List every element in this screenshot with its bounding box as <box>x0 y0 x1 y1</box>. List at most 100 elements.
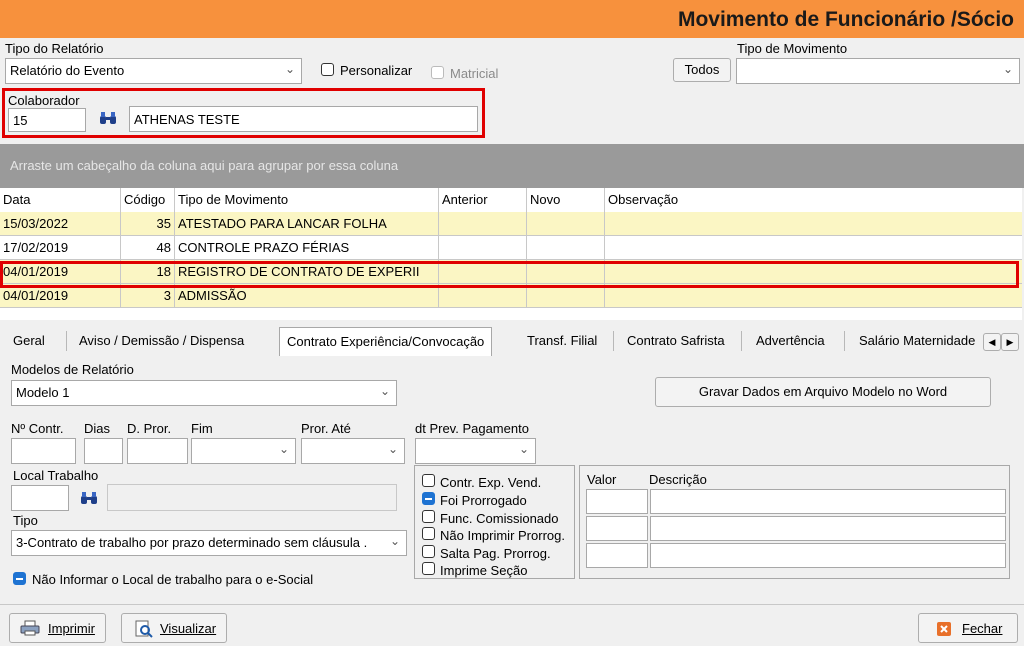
fim-label: Fim <box>191 421 213 436</box>
nao-imprimir-prorrog-checkbox[interactable] <box>422 527 435 540</box>
tab-scroll-right-icon[interactable]: ▶ <box>1001 333 1019 351</box>
tab-geral[interactable]: Geral <box>13 329 45 353</box>
d-pror-label: D. Pror. <box>127 421 172 436</box>
selected-row-highlight <box>0 261 1019 288</box>
n-contr-label: Nº Contr. <box>11 421 64 436</box>
report-type-label: Tipo do Relatório <box>5 41 104 56</box>
preview-icon <box>134 620 154 641</box>
view-button[interactable]: Visualizar <box>121 613 227 643</box>
cell-novo <box>527 236 605 260</box>
nao-informar-label: Não Informar o Local de trabalho para o … <box>32 572 314 587</box>
chevron-down-icon: ⌄ <box>278 442 289 456</box>
dias-label: Dias <box>84 421 111 436</box>
tab-aviso[interactable]: Aviso / Demissão / Dispensa <box>79 329 244 353</box>
foi-prorrogado-label: Foi Prorrogado <box>440 493 527 508</box>
printer-icon <box>20 620 40 639</box>
binoculars-icon[interactable] <box>79 490 99 509</box>
imprime-secao-checkbox[interactable] <box>422 562 435 575</box>
report-type-select[interactable]: Relatório do Evento ⌄ <box>5 58 302 84</box>
todos-button[interactable]: Todos <box>673 58 731 82</box>
tab-scroll-left-icon[interactable]: ◀ <box>983 333 1001 351</box>
movements-grid: Data Código Tipo de Movimento Anterior N… <box>0 188 1022 320</box>
func-comissionado-checkbox[interactable] <box>422 510 435 523</box>
imprime-secao-label: Imprime Seção <box>440 563 528 578</box>
tab-contrato-experiencia[interactable]: Contrato Experiência/Convocação <box>279 327 493 356</box>
colaborador-highlight <box>2 88 485 138</box>
cell-data: 17/02/2019 <box>0 236 121 260</box>
dias-input[interactable] <box>84 438 123 464</box>
dt-prev-date-picker[interactable]: ⌄ <box>415 438 536 464</box>
options-group: Contr. Exp. Vend. Foi Prorrogado Func. C… <box>414 465 575 579</box>
tab-advertencia[interactable]: Advertência <box>756 329 825 353</box>
salta-pag-prorrog-label: Salta Pag. Prorrog. <box>440 546 551 561</box>
footer-divider <box>0 604 1024 605</box>
model-select[interactable]: Modelo 1 ⌄ <box>11 380 397 406</box>
col-header-tipo[interactable]: Tipo de Movimento <box>175 188 439 212</box>
group-panel[interactable]: Arraste um cabeçalho da coluna aqui para… <box>0 144 1024 188</box>
valor-header: Valor <box>587 472 617 487</box>
col-header-novo[interactable]: Novo <box>527 188 605 212</box>
tab-transf-filial[interactable]: Transf. Filial <box>527 329 597 353</box>
chevron-down-icon: ⌄ <box>1002 62 1013 76</box>
table-row[interactable]: 17/02/2019 48 CONTROLE PRAZO FÉRIAS <box>0 236 1022 260</box>
movement-type-select[interactable]: ⌄ <box>736 58 1020 84</box>
close-icon <box>937 622 951 636</box>
chevron-down-icon: ⌄ <box>284 62 295 76</box>
tab-strip: Geral Aviso / Demissão / Dispensa Contra… <box>0 325 1024 356</box>
nao-informar-checkbox[interactable] <box>13 572 26 585</box>
col-header-data[interactable]: Data <box>0 188 121 212</box>
d-pror-input[interactable] <box>127 438 188 464</box>
cell-data: 15/03/2022 <box>0 212 121 236</box>
cell-tipo: ATESTADO PARA LANCAR FOLHA <box>175 212 439 236</box>
valor-cell[interactable] <box>586 543 648 568</box>
personalizar-checkbox[interactable] <box>321 63 334 76</box>
salta-pag-prorrog-checkbox[interactable] <box>422 545 435 558</box>
print-button[interactable]: Imprimir <box>9 613 106 643</box>
descricao-cell[interactable] <box>650 543 1006 568</box>
print-label: Imprimir <box>48 621 95 636</box>
grid-header: Data Código Tipo de Movimento Anterior N… <box>0 188 1022 213</box>
contr-exp-vend-checkbox[interactable] <box>422 474 435 487</box>
tab-salario-maternidade[interactable]: Salário Maternidade <box>859 329 979 353</box>
report-type-value: Relatório do Evento <box>10 63 125 78</box>
table-row[interactable]: 15/03/2022 35 ATESTADO PARA LANCAR FOLHA <box>0 212 1022 236</box>
tab-separator <box>613 331 614 351</box>
valor-cell[interactable] <box>586 516 648 541</box>
pror-ate-date-picker[interactable]: ⌄ <box>301 438 405 464</box>
tipo-select[interactable]: 3-Contrato de trabalho por prazo determi… <box>11 530 407 556</box>
chevron-down-icon: ⌄ <box>387 442 398 456</box>
chevron-down-icon: ⌄ <box>389 534 400 548</box>
close-button[interactable]: Fechar <box>918 613 1018 643</box>
dt-prev-label: dt Prev. Pagamento <box>415 421 529 436</box>
cell-anterior <box>439 212 527 236</box>
chevron-down-icon: ⌄ <box>518 442 529 456</box>
valor-cell[interactable] <box>586 489 648 514</box>
tab-contrato-safrista[interactable]: Contrato Safrista <box>627 329 725 353</box>
cell-anterior <box>439 236 527 260</box>
descricao-cell[interactable] <box>650 489 1006 514</box>
cell-observacao <box>605 236 1022 260</box>
cell-observacao <box>605 212 1022 236</box>
col-header-anterior[interactable]: Anterior <box>439 188 527 212</box>
fim-date-picker[interactable]: ⌄ <box>191 438 296 464</box>
foi-prorrogado-checkbox[interactable] <box>422 492 435 505</box>
col-header-observacao[interactable]: Observação <box>605 188 1022 212</box>
local-trabalho-name-input <box>107 484 397 511</box>
tipo-label: Tipo <box>13 513 38 528</box>
models-label: Modelos de Relatório <box>11 362 134 377</box>
descricao-cell[interactable] <box>650 516 1006 541</box>
col-header-codigo[interactable]: Código <box>121 188 175 212</box>
cell-tipo: CONTROLE PRAZO FÉRIAS <box>175 236 439 260</box>
pror-ate-label: Pror. Até <box>301 421 351 436</box>
chevron-down-icon: ⌄ <box>379 384 390 398</box>
local-trabalho-label: Local Trabalho <box>13 468 99 483</box>
tab-separator <box>844 331 845 351</box>
save-word-button[interactable]: Gravar Dados em Arquivo Modelo no Word <box>655 377 991 407</box>
descricao-header: Descrição <box>649 472 707 487</box>
close-label: Fechar <box>962 621 1003 636</box>
local-trabalho-code-input[interactable] <box>11 485 69 511</box>
tab-separator <box>741 331 742 351</box>
contr-exp-vend-label: Contr. Exp. Vend. <box>440 475 542 490</box>
n-contr-input[interactable] <box>11 438 76 464</box>
cell-codigo: 48 <box>121 236 175 260</box>
